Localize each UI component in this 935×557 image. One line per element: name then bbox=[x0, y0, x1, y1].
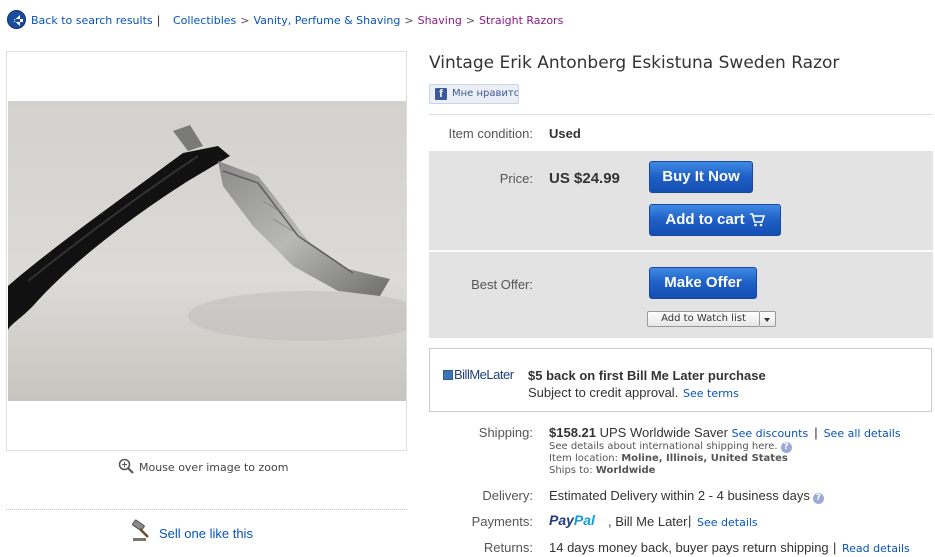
item-location-value: Moline, Illinois, United States bbox=[621, 453, 788, 464]
delivery-label: Delivery: bbox=[482, 488, 533, 503]
breadcrumb-chevron: > bbox=[240, 14, 250, 27]
paypal-logo-pay: Pay bbox=[549, 512, 574, 528]
condition-label: Item condition: bbox=[448, 126, 533, 141]
price-label: Price: bbox=[499, 171, 533, 186]
intl-shipping-note: See details about international shipping… bbox=[549, 441, 792, 453]
delivery-value: Estimated Delivery within 2 - 4 business… bbox=[549, 488, 824, 504]
bml-subtext: Subject to credit approval. bbox=[528, 385, 679, 400]
product-photo[interactable] bbox=[8, 101, 406, 401]
shipping-amount: $158.21 bbox=[549, 425, 596, 440]
intl-shipping-text: See details about international shipping… bbox=[549, 441, 778, 452]
bill-me-later-logo: BillMeLater bbox=[454, 367, 514, 382]
make-offer-label: Make Offer bbox=[664, 274, 742, 291]
breadcrumb-chevron: > bbox=[404, 14, 414, 27]
returns-value: 14 days money back, buyer pays return sh… bbox=[549, 540, 829, 555]
item-location: Item location: Moline, Illinois, United … bbox=[549, 453, 788, 464]
best-offer-label: Best Offer: bbox=[471, 277, 533, 292]
sell-one-like-this-link[interactable]: Sell one like this bbox=[159, 526, 253, 541]
paypal-logo-pal: Pal bbox=[573, 512, 595, 528]
add-to-cart-button[interactable]: Add to cart bbox=[649, 204, 781, 236]
cart-icon bbox=[749, 213, 765, 227]
make-offer-button[interactable]: Make Offer bbox=[649, 267, 757, 299]
divider bbox=[6, 509, 407, 510]
ships-to: Ships to: Worldwide bbox=[549, 465, 655, 476]
checkmark-icon bbox=[443, 370, 453, 380]
payment-details-link[interactable]: See details bbox=[697, 516, 758, 529]
watch-list-dropdown[interactable] bbox=[760, 311, 776, 327]
price-value: US $24.99 bbox=[549, 170, 620, 187]
back-to-search-link[interactable]: Back to search results bbox=[31, 14, 153, 27]
payments-label: Payments: bbox=[471, 514, 533, 529]
breadcrumb-shaving[interactable]: Shaving bbox=[418, 14, 462, 27]
facebook-icon: f bbox=[435, 88, 447, 100]
magnifier-icon bbox=[118, 458, 134, 474]
zoom-hint: Mouse over image to zoom bbox=[139, 461, 289, 474]
read-details-link[interactable]: Read details bbox=[842, 542, 910, 555]
see-discounts-link[interactable]: See discounts bbox=[732, 427, 809, 440]
payments-bill-me-later: , Bill Me Later bbox=[608, 514, 688, 529]
image-gallery bbox=[6, 51, 407, 451]
breadcrumb-chevron: > bbox=[465, 14, 476, 27]
item-location-label: Item location: bbox=[549, 453, 618, 464]
ships-to-label: Ships to: bbox=[549, 465, 593, 476]
breadcrumb-separator: | bbox=[157, 13, 161, 27]
shipping-label: Shipping: bbox=[478, 425, 533, 440]
shipping-summary: $158.21 UPS Worldwide Saver See discount… bbox=[549, 425, 901, 440]
shipping-service: UPS Worldwide Saver bbox=[599, 425, 728, 440]
ships-to-value: Worldwide bbox=[595, 465, 656, 476]
delivery-text: Estimated Delivery within 2 - 4 business… bbox=[549, 488, 810, 503]
gavel-icon bbox=[132, 519, 149, 541]
paypal-logo: PayPal bbox=[549, 512, 595, 528]
breadcrumb-vanity[interactable]: Vanity, Perfume & Shaving bbox=[253, 14, 400, 27]
separator: | bbox=[688, 513, 692, 528]
add-to-watch-list-button[interactable]: Add to Watch list bbox=[647, 311, 760, 327]
buy-it-now-button[interactable]: Buy It Now bbox=[649, 161, 753, 193]
see-all-details-link[interactable]: See all details bbox=[824, 427, 901, 440]
breadcrumb-straight-razors[interactable]: Straight Razors bbox=[479, 14, 563, 27]
listing-title: Vintage Erik Antonberg Eskistuna Sweden … bbox=[429, 53, 840, 73]
bml-headline: $5 back on first Bill Me Later purchase bbox=[528, 368, 766, 383]
help-icon[interactable]: ? bbox=[812, 493, 824, 504]
help-icon[interactable]: ? bbox=[780, 442, 792, 453]
condition-value: Used bbox=[549, 126, 581, 141]
facebook-like-label: Мне нравитс bbox=[452, 88, 519, 99]
returns-label: Returns: bbox=[483, 540, 533, 555]
divider bbox=[429, 114, 933, 115]
breadcrumb: Collectibles > Vanity, Perfume & Shaving > S… bbox=[173, 14, 563, 27]
see-terms-link[interactable]: See terms bbox=[683, 387, 739, 400]
back-arrow-icon[interactable] bbox=[7, 10, 26, 29]
separator: | bbox=[833, 540, 837, 555]
facebook-like-button[interactable]: f Мне нравитс bbox=[429, 84, 519, 104]
buy-it-now-label: Buy It Now bbox=[662, 168, 740, 185]
separator: | bbox=[814, 425, 818, 440]
add-to-cart-label: Add to cart bbox=[665, 211, 745, 228]
breadcrumb-collectibles[interactable]: Collectibles bbox=[173, 14, 236, 27]
chevron-down-icon bbox=[764, 318, 770, 322]
